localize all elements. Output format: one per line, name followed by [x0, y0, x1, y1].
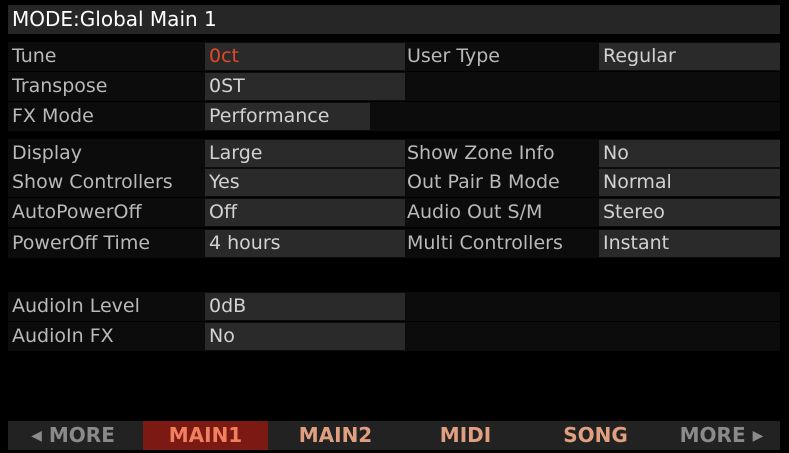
multi-controllers-value[interactable]: Instant [599, 230, 780, 257]
tune-value[interactable]: 0ct [205, 43, 405, 70]
user-type-label: User Type [407, 45, 500, 67]
multi-controllers-label: Multi Controllers [407, 232, 563, 254]
soft-button-bar: ◀ MORE MAIN1 MAIN2 MIDI SONG MORE ▶ [8, 421, 780, 450]
display-value[interactable]: Large [205, 140, 405, 167]
power-off-time-label: PowerOff Time [12, 232, 151, 254]
tab-more-left-label: MORE [48, 423, 115, 447]
tab-more-right-label: MORE [679, 423, 746, 447]
audio-in-level-value[interactable]: 0dB [205, 293, 405, 320]
triangle-left-icon: ◀ [31, 428, 42, 444]
power-off-time-value[interactable]: 4 hours [205, 230, 405, 257]
audio-out-sm-value[interactable]: Stereo [599, 199, 780, 226]
fx-mode-label: FX Mode [12, 105, 94, 127]
audio-in-fx-value[interactable]: No [205, 323, 405, 350]
tab-more-right[interactable]: MORE ▶ [663, 421, 780, 450]
user-type-value[interactable]: Regular [599, 43, 780, 70]
display-label: Display [12, 142, 83, 164]
tab-main1[interactable]: MAIN1 [143, 421, 268, 450]
audio-in-level-label: AudioIn Level [12, 295, 140, 317]
auto-power-off-label: AutoPowerOff [12, 201, 142, 223]
transpose-label: Transpose [12, 75, 108, 97]
show-controllers-label: Show Controllers [12, 171, 173, 193]
tab-more-left[interactable]: ◀ MORE [8, 421, 138, 450]
triangle-right-icon: ▶ [752, 428, 764, 444]
page-title: MODE:Global Main 1 [8, 5, 780, 34]
fx-mode-value[interactable]: Performance [205, 103, 370, 130]
tab-main2[interactable]: MAIN2 [273, 421, 398, 450]
show-zone-info-value[interactable]: No [599, 140, 780, 167]
out-pair-b-mode-label: Out Pair B Mode [407, 171, 560, 193]
tune-label: Tune [12, 45, 57, 67]
audio-out-sm-label: Audio Out S/M [407, 201, 543, 223]
auto-power-off-value[interactable]: Off [205, 199, 405, 226]
tab-song[interactable]: SONG [533, 421, 658, 450]
param-row-bg [8, 102, 780, 131]
out-pair-b-mode-value[interactable]: Normal [599, 169, 780, 196]
tab-midi[interactable]: MIDI [403, 421, 528, 450]
transpose-value[interactable]: 0ST [205, 73, 405, 100]
audio-in-fx-label: AudioIn FX [12, 325, 114, 347]
show-controllers-value[interactable]: Yes [205, 169, 405, 196]
show-zone-info-label: Show Zone Info [407, 142, 555, 164]
